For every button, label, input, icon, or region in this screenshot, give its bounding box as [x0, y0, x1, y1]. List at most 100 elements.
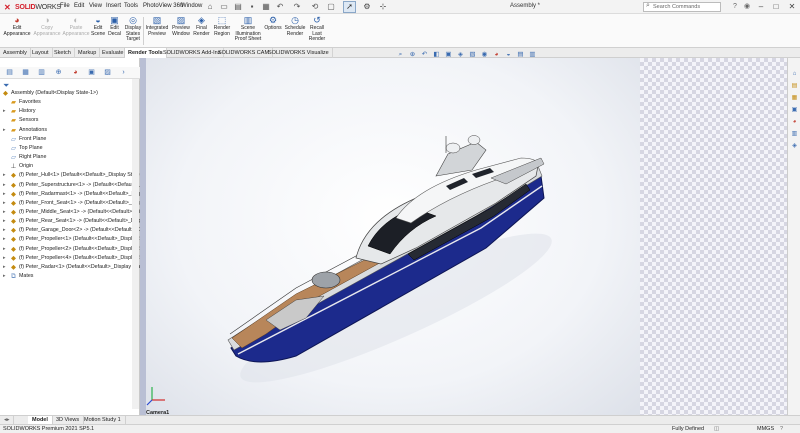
menu-window[interactable]: Window — [181, 3, 202, 9]
open-icon[interactable]: ▤ — [233, 2, 243, 12]
solidworks-logo[interactable]: ✕ SOLID WORKS — [4, 2, 61, 12]
expand-arrow-icon[interactable]: ▸ — [3, 126, 6, 135]
maximize-button[interactable]: □ — [770, 1, 782, 13]
search-commands-input[interactable]: ⌕ Search Commands — [643, 2, 721, 12]
appearances-scenes-icon[interactable]: ◕ — [790, 118, 799, 126]
tree-item[interactable]: ▸ ◆ (f) Peter_Middle_Seat<1> -> (Default<<… — [0, 208, 140, 217]
new-document-icon[interactable]: ▭ — [219, 2, 229, 12]
tree-item[interactable]: ▰ Favorites — [0, 98, 140, 107]
tree-item[interactable]: ▰ Sensors — [0, 116, 140, 125]
solidworks-resources-icon[interactable]: ⌂ — [790, 70, 799, 78]
home-icon[interactable]: ⌂ — [205, 2, 215, 12]
copy-appearance-button[interactable]: ◑ Copy Appearance — [33, 15, 61, 37]
rebuild-icon[interactable]: ⟲ — [310, 2, 320, 12]
feature-tree-scrollbar[interactable] — [132, 79, 139, 409]
display-states-target-button[interactable]: ◎ Display States Target — [123, 15, 143, 43]
tree-item[interactable]: ⊥ Origin — [0, 162, 140, 171]
tree-item[interactable]: ▸ ⧉ Mates — [0, 272, 140, 281]
tree-item[interactable]: ▱ Right Plane — [0, 153, 140, 162]
forum-icon[interactable]: ◈ — [790, 142, 799, 150]
expand-arrow-icon[interactable]: ▸ — [3, 235, 6, 244]
rebuild-status-icon[interactable]: ◫ — [714, 425, 719, 433]
render-region-button[interactable]: ⬚ Render Region — [211, 15, 233, 37]
expand-arrow-icon[interactable]: ▸ — [3, 199, 6, 208]
expand-arrow-icon[interactable]: ▸ — [3, 245, 6, 254]
tree-item[interactable]: ▱ Top Plane — [0, 144, 140, 153]
redo-icon[interactable]: ↷ — [292, 2, 302, 12]
print-icon[interactable]: ▦ — [261, 2, 271, 12]
property-manager-tab-icon[interactable]: ▦ — [20, 68, 31, 78]
tree-item[interactable]: ▸ ◆ (f) Peter_Superstructure<1> -> (Defaul… — [0, 181, 140, 190]
tree-root-assembly[interactable]: ◆ Assembly (Default<Display State-1>) — [0, 89, 140, 98]
minimize-button[interactable]: – — [755, 1, 767, 13]
user-icon[interactable]: ◉ — [742, 2, 752, 12]
menu-tools[interactable]: Tools — [124, 3, 138, 9]
tree-item[interactable]: ▸ ◆ (f) Peter_Propeller<2> (Default<<Defau… — [0, 245, 140, 254]
pin-toolbar-icon[interactable]: ⊹ — [378, 2, 388, 12]
tab-assembly[interactable]: Assembly — [0, 48, 31, 58]
help-status-icon[interactable]: ? — [780, 425, 783, 433]
menu-file[interactable]: File — [60, 3, 70, 9]
configuration-manager-tab-icon[interactable]: ▥ — [36, 68, 47, 78]
tree-item[interactable]: ▸ ◆ (f) Peter_Propeller<1> (Default<<Defau… — [0, 235, 140, 244]
tree-item[interactable]: ▸ ◆ (f) Peter_Hull<1> (Default<<Default>_D… — [0, 171, 140, 180]
tab-sketch[interactable]: Sketch — [51, 48, 75, 58]
expand-arrow-icon[interactable]: ▸ — [3, 107, 6, 116]
expand-arrow-icon[interactable]: ▸ — [3, 263, 6, 272]
unit-system[interactable]: MMGS — [757, 425, 774, 433]
menu-photoview[interactable]: PhotoView 360 — [143, 3, 183, 9]
integrated-preview-button[interactable]: ▧ Integrated Preview — [144, 15, 170, 37]
tab-layout[interactable]: Layout — [29, 48, 53, 58]
cam-feature-tab-icon[interactable]: ▣ — [86, 68, 97, 78]
tree-item[interactable]: ▸ ▰ Annotations — [0, 126, 140, 135]
expand-arrow-icon[interactable]: ▸ — [3, 217, 6, 226]
menu-insert[interactable]: Insert — [106, 3, 121, 9]
scene-illumination-proof-sheet-button[interactable]: ▥ Scene Illumination Proof Sheet — [233, 15, 263, 43]
edit-scene-button[interactable]: ◒ Edit Scene — [91, 15, 105, 37]
tree-item[interactable]: ▱ Front Plane — [0, 135, 140, 144]
tree-item[interactable]: ▸ ◆ (f) Peter_Garage_Door<2> -> (Default<<… — [0, 226, 140, 235]
custom-properties-icon[interactable]: ▥ — [790, 130, 799, 138]
yacht-model[interactable] — [146, 58, 640, 415]
file-explorer-icon[interactable]: ▦ — [790, 94, 799, 102]
tree-item[interactable]: ▸ ◆ (f) Peter_Rear_Seat<1> -> (Default<<De… — [0, 217, 140, 226]
select-arrow-icon[interactable]: ➚ — [343, 1, 356, 13]
close-button[interactable]: ✕ — [786, 1, 798, 13]
tab-markup[interactable]: Markup — [75, 48, 101, 58]
preview-window-button[interactable]: ▨ Preview Window — [170, 15, 192, 37]
tree-item[interactable]: ▸ ◆ (f) Peter_Propeller<4> (Default<<Defau… — [0, 254, 140, 263]
help-icon[interactable]: ? — [730, 2, 740, 12]
save-icon[interactable]: ▪ — [247, 2, 257, 12]
expand-arrow-icon[interactable]: ▸ — [3, 208, 6, 217]
edit-decal-button[interactable]: ▣ Edit Decal — [106, 15, 123, 37]
view-palette-icon[interactable]: ▣ — [790, 106, 799, 114]
file-properties-icon[interactable]: ▢ — [326, 2, 336, 12]
tree-item[interactable]: ▸ ▰ History — [0, 107, 140, 116]
tab-solidworks-visualize[interactable]: SOLIDWORKS Visualize — [265, 48, 333, 58]
options-gear-icon[interactable]: ⚙ — [362, 2, 372, 12]
paste-appearance-button[interactable]: ◐ Paste Appearance — [62, 15, 90, 37]
expand-panel-icon[interactable]: › — [118, 68, 129, 78]
schedule-render-button[interactable]: ◷ Schedule Render — [283, 15, 307, 37]
expand-arrow-icon[interactable]: ▸ — [3, 190, 6, 199]
tree-item[interactable]: ▸ ◆ (f) Peter_Front_Seat<1> -> (Default<<D… — [0, 199, 140, 208]
final-render-button[interactable]: ◈ Final Render — [193, 15, 210, 37]
tree-item[interactable]: ▸ ◆ (f) Peter_Radar<1> (Default<<Default>_… — [0, 263, 140, 272]
expand-arrow-icon[interactable]: ▸ — [3, 226, 6, 235]
feature-tree-tab-icon[interactable]: ▤ — [4, 68, 15, 78]
display-manager-tab-icon[interactable]: ◕ — [70, 68, 81, 78]
expand-arrow-icon[interactable]: ▸ — [3, 272, 6, 281]
cam-operation-tab-icon[interactable]: ▨ — [102, 68, 113, 78]
expand-arrow-icon[interactable]: ▸ — [3, 171, 6, 180]
menu-view[interactable]: View — [89, 3, 102, 9]
options-button[interactable]: ⚙ Options — [264, 15, 282, 32]
expand-arrow-icon[interactable]: ▸ — [3, 181, 6, 190]
edit-appearance-button[interactable]: ◕ Edit Appearance — [2, 15, 32, 37]
undo-icon[interactable]: ↶ — [275, 2, 285, 12]
design-library-icon[interactable]: ▤ — [790, 82, 799, 90]
expand-arrow-icon[interactable]: ▸ — [3, 254, 6, 263]
recall-last-render-button[interactable]: ↺ Recall Last Render — [307, 15, 327, 43]
menu-edit[interactable]: Edit — [74, 3, 84, 9]
dimxpert-tab-icon[interactable]: ⊕ — [53, 68, 64, 78]
tree-item[interactable]: ▸ ◆ (f) Peter_Radarmast<1> -> (Default<<De… — [0, 190, 140, 199]
